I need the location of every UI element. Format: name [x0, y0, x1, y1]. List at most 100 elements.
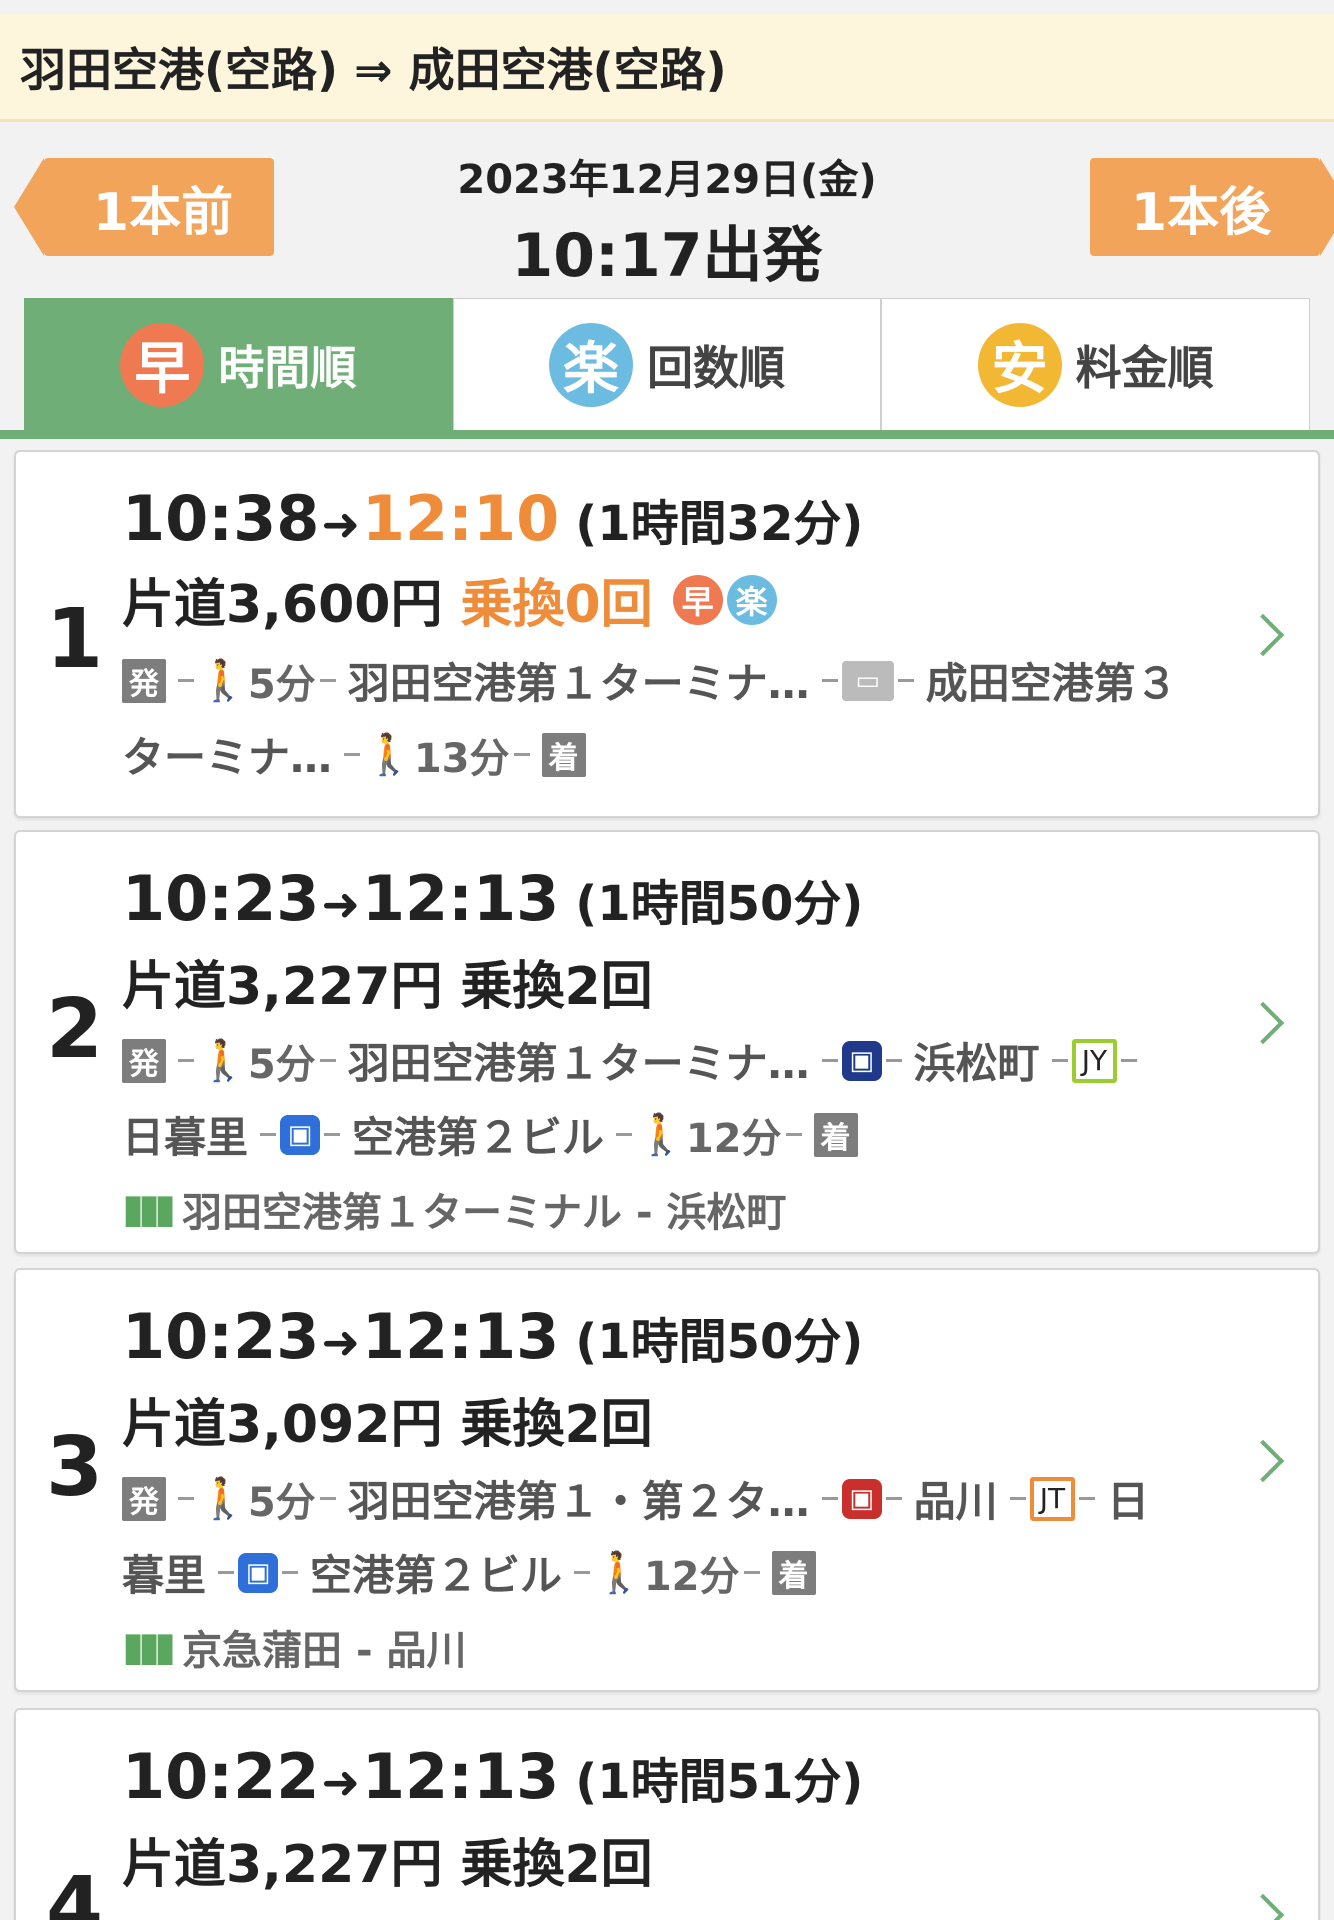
walk-icon: 🚶	[636, 1112, 686, 1158]
tab-sort-by-transfers[interactable]: 楽 回数順	[452, 298, 882, 430]
route-segments-cont: ターミナ… 🚶 13分 着	[122, 724, 586, 785]
depart-tag: 発	[122, 1038, 166, 1083]
train-connector: ▣	[818, 1040, 906, 1081]
route-card-1[interactable]: 1 10:38 ➜ 12:10 (1時間32分) 片道3,600円 乗換0回 早…	[14, 450, 1320, 818]
route-card-4[interactable]: 4 10:22 ➜ 12:13 (1時間51分) 片道3,227円 乗換2回	[14, 1708, 1320, 1920]
train-connector: ▣	[214, 1552, 302, 1593]
time-navigation: 1本前 2023年12月29日(金) 10:17出発 1本後	[0, 125, 1334, 295]
arrive-tag: 着	[771, 1550, 816, 1595]
walk-icon: 🚶	[364, 732, 414, 778]
fare: 片道3,227円	[122, 1835, 443, 1895]
route-times: 10:23 ➜ 12:13 (1時間50分)	[122, 1300, 863, 1373]
walk-icon: 🚶	[198, 658, 248, 704]
station: 暮里	[122, 1551, 207, 1600]
walk-icon: 🚶	[594, 1550, 644, 1596]
arrival-time: 12:10	[361, 482, 560, 555]
tab-label: 回数順	[647, 340, 785, 395]
tab-label: 料金順	[1075, 340, 1214, 395]
next-train-button[interactable]: 1本後	[1090, 158, 1334, 256]
transfer-count: 乗換2回	[460, 1395, 653, 1455]
arrow-right-icon: ➜	[321, 877, 360, 931]
fast-badge-icon: 早	[672, 574, 723, 625]
route-card-3[interactable]: 3 10:23 ➜ 12:13 (1時間50分) 片道3,092円 乗換2回 発…	[14, 1268, 1320, 1692]
arrow-right-icon: ➜	[321, 1755, 360, 1809]
route-number: 2	[46, 982, 104, 1077]
route-number: 1	[46, 592, 104, 687]
cheap-badge-icon: 安	[977, 322, 1062, 407]
walk-icon: 🚶	[198, 1038, 248, 1084]
transfer-count: 乗換2回	[460, 957, 653, 1017]
seat-info: ▮▮▮ 京急蒲田 - 品川	[122, 1618, 467, 1676]
seat-section: 京急蒲田 - 品川	[182, 1628, 467, 1674]
arrow-right-icon: ➜	[321, 497, 360, 551]
train-icon: ▣	[280, 1114, 321, 1155]
train-icon: ▣	[238, 1552, 279, 1593]
route-segments-cont: 日暮里 ▣ 空港第２ビル 🚶 12分 着	[122, 1104, 858, 1165]
walk-connector: 🚶 5分	[174, 652, 340, 710]
next-train-label: 1本後	[1130, 182, 1272, 243]
walk-connector: 🚶 12分	[570, 1544, 763, 1602]
departure-time: 10:23	[122, 1300, 320, 1373]
chevron-right-icon	[1241, 1893, 1285, 1920]
seat-icon: ▮▮▮	[122, 1186, 176, 1232]
departure-time: 10:22	[122, 1740, 320, 1813]
route-segments-cont: 暮里 ▣ 空港第２ビル 🚶 12分 着	[122, 1542, 816, 1603]
station: 日暮里	[122, 1113, 249, 1162]
walk-connector: 🚶 13分	[340, 726, 533, 784]
chevron-right-icon	[1241, 1439, 1285, 1483]
route-fare: 片道3,227円 乗換2回	[122, 1822, 653, 1897]
station: ターミナ…	[122, 733, 333, 782]
route-number: 4	[46, 1860, 104, 1920]
duration: (1時間32分)	[575, 496, 864, 552]
route-title: 羽田空港(空路) ⇒ 成田空港(空路)	[20, 42, 727, 97]
transfer-count: 乗換2回	[460, 1835, 653, 1895]
easy-badge-icon: 楽	[726, 574, 777, 625]
route-segments: 発 🚶 5分 羽田空港第１ターミナ… ▭ 成田空港第３	[122, 650, 1178, 711]
easy-badge-icon: 楽	[549, 322, 633, 407]
station: 羽田空港第１ターミナ…	[347, 1039, 810, 1088]
station: 空港第２ビル	[352, 1113, 605, 1162]
chevron-right-icon	[1241, 1001, 1285, 1045]
tab-label: 時間順	[218, 340, 357, 395]
walk-icon: 🚶	[198, 1476, 248, 1522]
route-times: 10:23 ➜ 12:13 (1時間50分)	[122, 862, 863, 935]
departure-time: 10:23	[122, 862, 320, 935]
tab-sort-by-fare[interactable]: 安 料金順	[881, 298, 1311, 430]
arrow-right-icon: ➜	[321, 1315, 360, 1369]
departure-time: 10:38	[122, 482, 320, 555]
route-segments: 発 🚶 5分 羽田空港第１ターミナ… ▣ 浜松町 JY	[122, 1030, 1149, 1091]
station: 日	[1107, 1477, 1150, 1526]
route-fare: 片道3,092円 乗換2回	[122, 1382, 653, 1457]
chevron-right-icon	[1241, 613, 1285, 657]
sort-tabs: 早 時間順 楽 回数順 安 料金順	[24, 298, 1311, 430]
walk-connector: 🚶 5分	[174, 1032, 340, 1090]
tab-underline	[0, 430, 1334, 439]
route-card-2[interactable]: 2 10:23 ➜ 12:13 (1時間50分) 片道3,227円 乗換2回 発…	[14, 830, 1320, 1254]
route-times: 10:22 ➜ 12:13 (1時間51分)	[122, 1740, 863, 1813]
line-connector: JT	[1006, 1476, 1099, 1521]
arrival-time: 12:13	[361, 1740, 560, 1813]
train-icon: ▣	[841, 1478, 882, 1519]
arrive-tag: 着	[541, 732, 586, 777]
station: 品川	[913, 1477, 998, 1526]
route-fare: 片道3,227円 乗換2回	[122, 944, 653, 1019]
duration: (1時間51分)	[575, 1754, 864, 1810]
walk-connector: 🚶 5分	[174, 1470, 340, 1528]
fare: 片道3,227円	[122, 957, 443, 1017]
line-connector: JY	[1048, 1038, 1141, 1083]
station: 空港第２ビル	[310, 1551, 563, 1600]
route-segments: 発 🚶 5分 羽田空港第１・第２タ… ▣ 品川 JT 日	[122, 1468, 1149, 1529]
duration: (1時間50分)	[575, 1314, 864, 1370]
tab-sort-by-time[interactable]: 早 時間順	[24, 298, 453, 430]
bus-icon: ▭	[841, 660, 894, 701]
station: 成田空港第３	[925, 659, 1178, 708]
arrive-tag: 着	[813, 1112, 858, 1157]
route-title-bar: 羽田空港(空路) ⇒ 成田空港(空路)	[0, 14, 1334, 122]
station: 羽田空港第１ターミナ…	[347, 659, 810, 708]
transfer-count: 乗換0回	[460, 575, 653, 635]
station: 浜松町	[913, 1039, 1040, 1088]
duration: (1時間50分)	[575, 876, 864, 932]
line-code-badge: JY	[1071, 1038, 1118, 1083]
train-connector: ▣	[818, 1478, 906, 1519]
seat-info: ▮▮▮ 羽田空港第１ターミナル - 浜松町	[122, 1180, 787, 1238]
